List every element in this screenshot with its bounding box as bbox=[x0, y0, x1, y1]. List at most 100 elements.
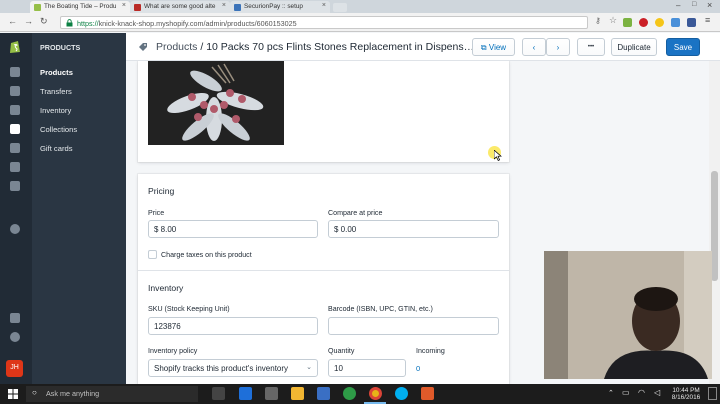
browser-tab-boating-tide[interactable]: The Boating Tide – Produ × bbox=[30, 1, 130, 13]
shopify-favicon-icon bbox=[34, 4, 41, 11]
shopify-logo-icon[interactable] bbox=[8, 39, 22, 54]
profile-icon[interactable] bbox=[687, 18, 696, 27]
windows-start-icon[interactable] bbox=[8, 389, 18, 399]
notifications-icon[interactable] bbox=[708, 387, 717, 400]
more-actions-button[interactable]: ••• bbox=[577, 38, 605, 56]
skype-icon[interactable] bbox=[395, 387, 408, 400]
admin-sidebar: JH bbox=[0, 33, 32, 384]
key-icon[interactable]: ⚷ bbox=[595, 16, 604, 25]
scrollbar-thumb[interactable] bbox=[711, 171, 718, 281]
reload-icon[interactable]: ↻ bbox=[40, 16, 48, 27]
quantity-label: Quantity bbox=[328, 347, 355, 355]
avatar[interactable]: JH bbox=[6, 360, 23, 377]
inventory-policy-select[interactable]: Shopify tracks this product's inventory … bbox=[148, 359, 318, 377]
chevron-right-icon: › bbox=[556, 43, 560, 52]
clock-date: 8/16/2016 bbox=[671, 394, 701, 401]
close-tab-icon[interactable]: × bbox=[222, 2, 226, 9]
close-window-button[interactable]: × bbox=[707, 0, 712, 10]
minimize-window-button[interactable]: – bbox=[676, 1, 680, 10]
inventory-policy-value: Shopify tracks this product's inventory bbox=[154, 364, 289, 373]
menu-icon[interactable]: ≡ bbox=[705, 15, 710, 25]
file-explorer-icon[interactable] bbox=[265, 387, 278, 400]
url-protocol: https:// bbox=[77, 19, 99, 28]
customers-icon[interactable] bbox=[10, 143, 20, 153]
folder-icon[interactable] bbox=[291, 387, 304, 400]
chevron-left-icon: ‹ bbox=[532, 43, 536, 52]
online-store-globe-icon[interactable] bbox=[10, 224, 20, 234]
extension-icon[interactable] bbox=[671, 18, 680, 27]
quora-favicon-icon bbox=[134, 4, 141, 11]
maximize-window-button[interactable]: □ bbox=[692, 1, 696, 8]
system-clock[interactable]: 10:44 PM 8/16/2016 bbox=[668, 387, 704, 401]
forward-arrow-icon[interactable]: → bbox=[24, 16, 33, 26]
inventory-policy-label: Inventory policy bbox=[148, 347, 198, 355]
browser-tab-quora[interactable]: What are some good alte × bbox=[130, 1, 230, 13]
screen: The Boating Tide – Produ × What are some… bbox=[0, 0, 720, 404]
home-icon[interactable] bbox=[10, 86, 20, 96]
previous-product-button[interactable]: ‹ bbox=[522, 38, 546, 56]
settings-gear-icon[interactable] bbox=[10, 332, 20, 342]
flint-stones-image bbox=[148, 61, 284, 145]
inventory-heading: Inventory bbox=[148, 283, 184, 293]
subnav-item-collections[interactable]: Collections bbox=[32, 121, 126, 137]
new-tab-button[interactable] bbox=[333, 3, 347, 12]
recording-app-icon[interactable] bbox=[421, 387, 434, 400]
wifi-icon[interactable]: ◠ bbox=[638, 389, 645, 397]
subnav-title: PRODUCTS bbox=[40, 43, 81, 52]
extension-icon[interactable] bbox=[655, 18, 664, 27]
windows-taskbar: ○ Ask me anything ⌃ ▭ ◠ ◁ 10:44 PM 8/16/… bbox=[0, 384, 720, 404]
incoming-value[interactable]: 0 bbox=[416, 364, 420, 373]
sku-label: SKU (Stock Keeping Unit) bbox=[148, 305, 230, 313]
subnav-item-inventory[interactable]: Inventory bbox=[32, 102, 126, 118]
search-icon[interactable] bbox=[10, 67, 20, 77]
back-arrow-icon[interactable]: ← bbox=[8, 16, 17, 26]
barcode-input[interactable] bbox=[328, 317, 499, 335]
next-product-button[interactable]: › bbox=[546, 38, 570, 56]
apps-icon[interactable] bbox=[10, 313, 20, 323]
search-placeholder: Ask me anything bbox=[46, 389, 100, 398]
volume-icon[interactable]: ◁ bbox=[654, 389, 660, 397]
view-button[interactable]: ⧉ View bbox=[472, 38, 515, 56]
mouse-pointer-icon bbox=[494, 150, 502, 161]
star-icon[interactable]: ☆ bbox=[609, 15, 618, 25]
reports-icon[interactable] bbox=[10, 162, 20, 172]
show-hidden-icons-icon[interactable]: ⌃ bbox=[608, 390, 614, 397]
duplicate-button[interactable]: Duplicate bbox=[611, 38, 657, 56]
app-icon[interactable] bbox=[343, 387, 356, 400]
product-image[interactable] bbox=[148, 61, 284, 145]
compare-at-price-input[interactable]: $ 0.00 bbox=[328, 220, 499, 238]
subnav-item-transfers[interactable]: Transfers bbox=[32, 83, 126, 99]
tab-label: The Boating Tide – Produ bbox=[44, 3, 117, 10]
close-tab-icon[interactable]: × bbox=[122, 2, 126, 9]
barcode-label: Barcode (ISBN, UPC, GTIN, etc.) bbox=[328, 305, 433, 313]
discounts-icon[interactable] bbox=[10, 181, 20, 191]
price-input[interactable]: $ 8.00 bbox=[148, 220, 318, 238]
save-button[interactable]: Save bbox=[666, 38, 700, 56]
webcam-overlay bbox=[544, 251, 712, 379]
charge-taxes-checkbox[interactable] bbox=[148, 250, 157, 259]
extension-icon[interactable] bbox=[623, 18, 632, 27]
quantity-input[interactable]: 10 bbox=[328, 359, 406, 377]
sku-input[interactable]: 123876 bbox=[148, 317, 318, 335]
orders-icon[interactable] bbox=[10, 105, 20, 115]
edge-browser-icon[interactable] bbox=[239, 387, 252, 400]
tab-label: SecurionPay :: setup bbox=[244, 3, 303, 10]
browser-address-bar: ← → ↻ https://knick-knack-shop.myshopify… bbox=[0, 13, 720, 32]
url-input[interactable]: https://knick-knack-shop.myshopify.com/a… bbox=[60, 16, 588, 29]
securionpay-favicon-icon bbox=[234, 4, 241, 11]
close-tab-icon[interactable]: × bbox=[322, 2, 326, 9]
subnav-item-gift-cards[interactable]: Gift cards bbox=[32, 140, 126, 156]
battery-icon[interactable]: ▭ bbox=[622, 389, 630, 397]
incoming-label: Incoming bbox=[416, 347, 445, 355]
price-label: Price bbox=[148, 209, 165, 217]
products-tag-icon[interactable] bbox=[10, 124, 20, 134]
subnav-item-products[interactable]: Products bbox=[32, 64, 126, 80]
chrome-icon[interactable] bbox=[369, 387, 382, 400]
pinterest-icon[interactable] bbox=[639, 18, 648, 27]
store-icon[interactable] bbox=[317, 387, 330, 400]
taskbar-search-input[interactable]: ○ Ask me anything bbox=[26, 386, 198, 402]
breadcrumb-products-link[interactable]: Products bbox=[156, 41, 197, 53]
browser-tab-securionpay[interactable]: SecurionPay :: setup × bbox=[230, 1, 330, 13]
task-view-icon[interactable] bbox=[212, 387, 225, 400]
products-subnav: PRODUCTS Products Transfers Inventory Co… bbox=[32, 33, 126, 384]
